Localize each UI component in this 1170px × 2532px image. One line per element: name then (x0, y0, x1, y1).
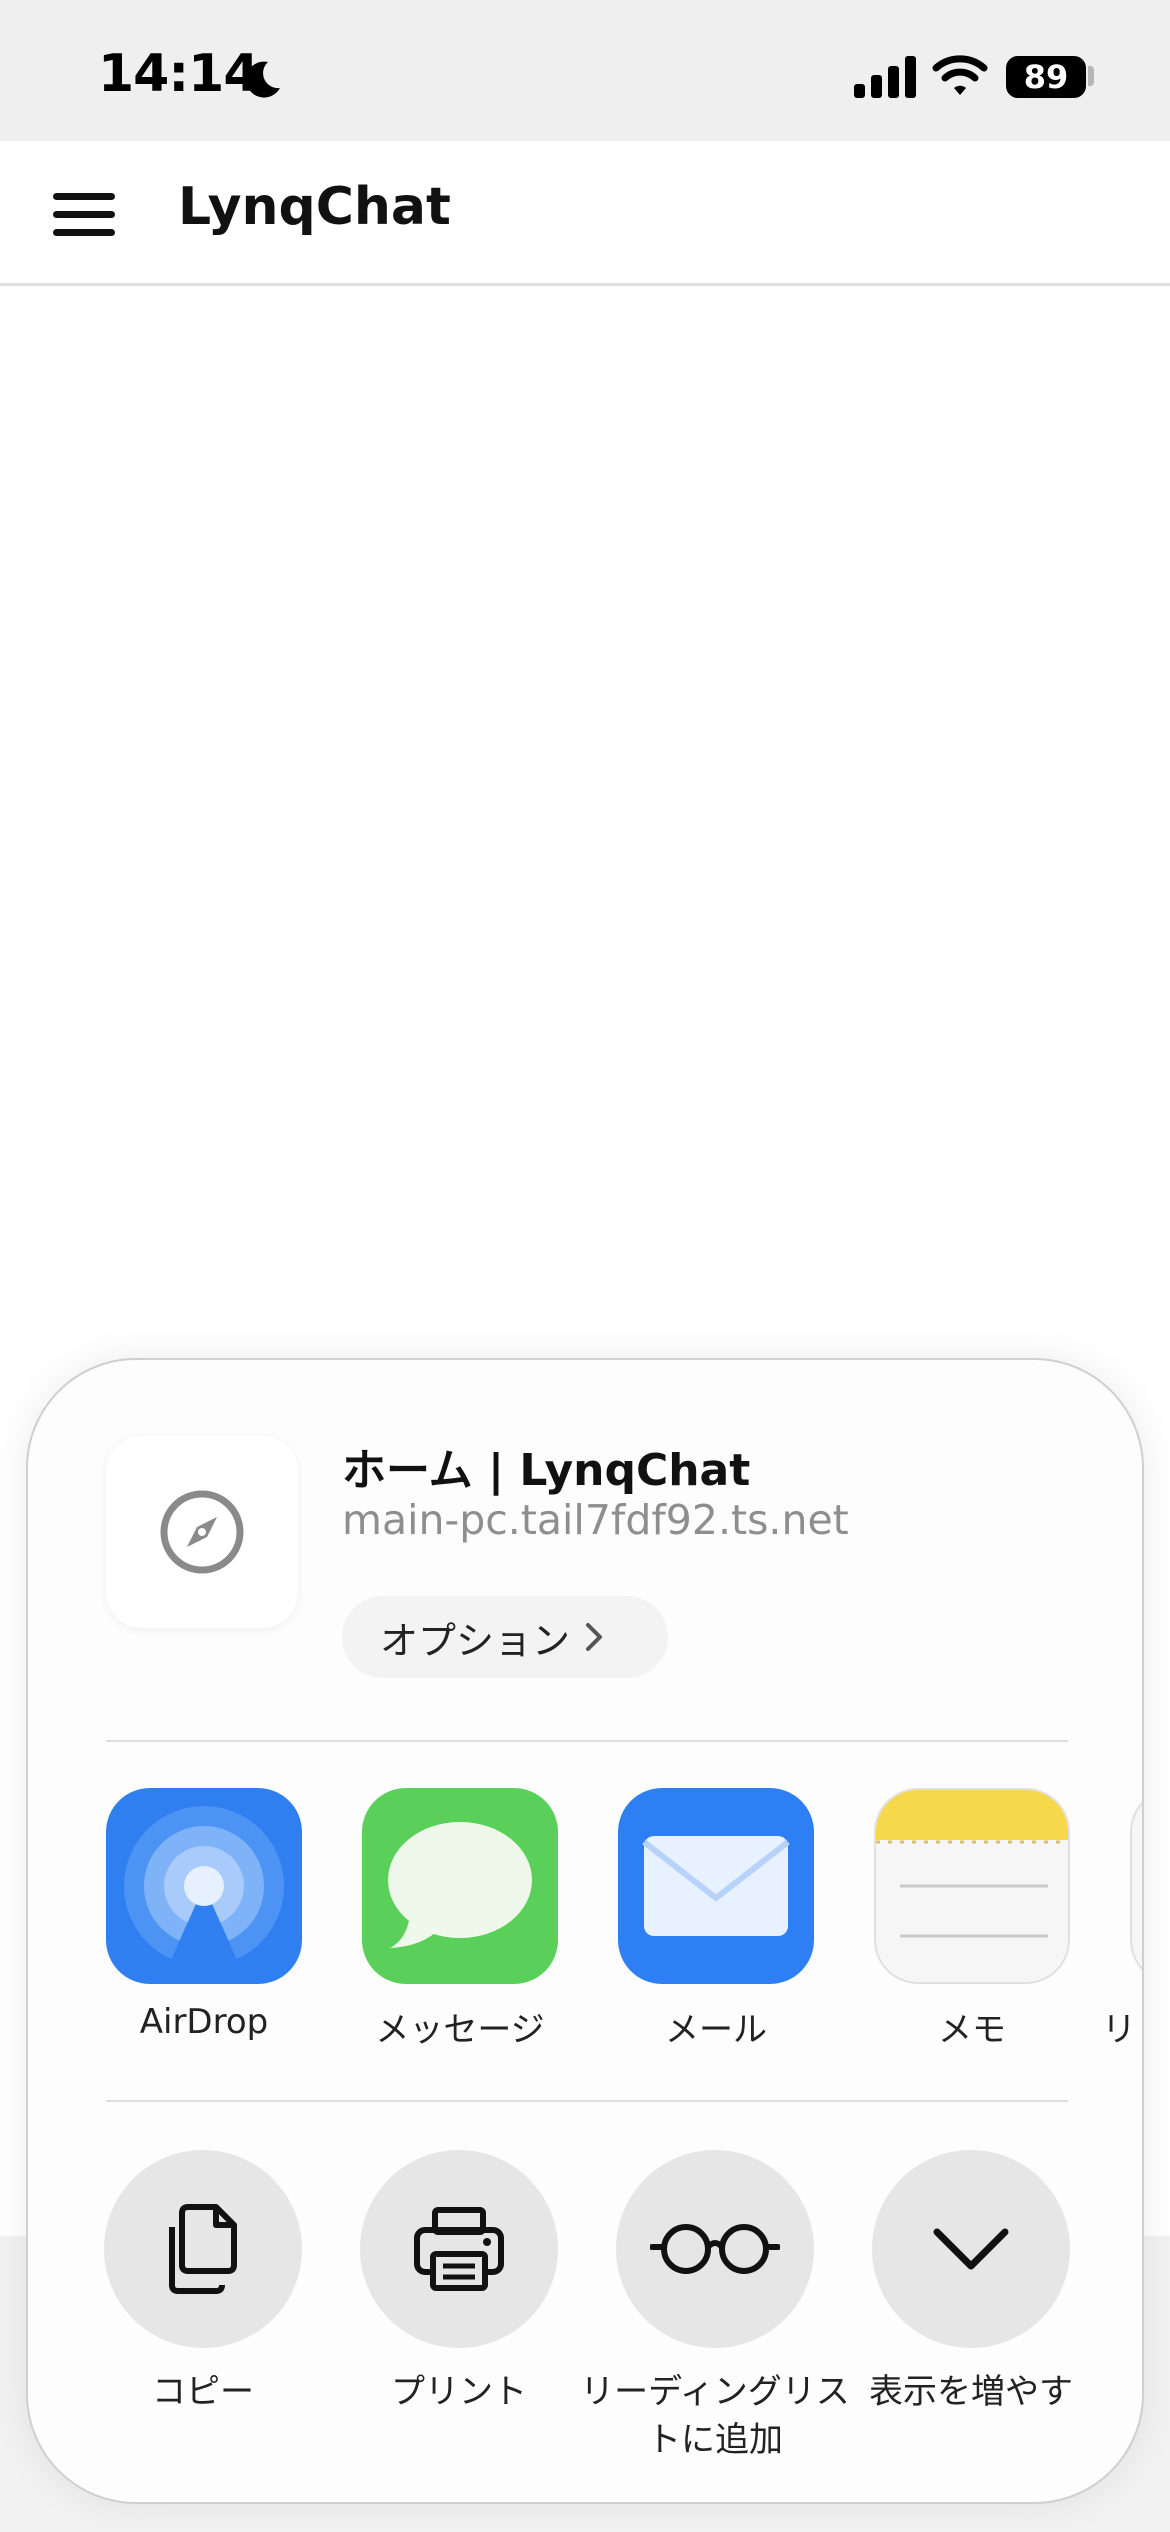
divider (106, 1740, 1068, 1742)
print-icon (360, 2150, 558, 2348)
app-label: メール (665, 2010, 767, 2050)
messages-icon (362, 1788, 558, 1984)
action-label: リーディングリストに追加 (580, 2372, 850, 2460)
hamburger-menu-icon[interactable] (48, 183, 120, 245)
battery-indicator: 89 (1006, 56, 1086, 98)
wifi-icon (932, 55, 988, 95)
chevron-down-icon (872, 2150, 1070, 2348)
notes-icon (874, 1788, 1070, 1984)
share-app-messages[interactable]: メッセージ (362, 1788, 562, 2050)
copy-icon (104, 2150, 302, 2348)
status-time: 14:14 (98, 44, 260, 104)
action-label: 表示を増やす (869, 2372, 1073, 2412)
safari-compass-icon (106, 1436, 298, 1628)
reading-list-icon (616, 2150, 814, 2348)
options-label: オプション (380, 1618, 571, 1663)
mail-icon (618, 1788, 814, 1984)
app-label: メモ (938, 2010, 1006, 2050)
add-to-reading-list-button[interactable]: リーディングリストに追加 (580, 2150, 850, 2460)
reminders-icon (1130, 1788, 1142, 1984)
app-header: LynqChat (0, 141, 1170, 286)
share-app-mail[interactable]: メール (618, 1788, 818, 2050)
share-sheet: ホーム | LynqChat main-pc.tail7fdf92.ts.net… (26, 1358, 1144, 2504)
app-label: メッセージ (375, 2010, 545, 2050)
moon-icon (246, 61, 280, 98)
app-label: AirDrop (139, 2002, 269, 2042)
divider (106, 2100, 1068, 2102)
app-title: LynqChat (178, 177, 451, 237)
chevron-right-icon (586, 1623, 603, 1651)
airdrop-icon (106, 1788, 302, 1984)
print-button[interactable]: プリント (360, 2150, 560, 2412)
battery-tip (1088, 66, 1094, 86)
options-button[interactable]: オプション (342, 1596, 668, 1678)
action-label: コピー (152, 2372, 254, 2412)
show-more-button[interactable]: 表示を増やす (869, 2150, 1073, 2412)
battery-level: 89 (1023, 58, 1069, 96)
shared-page-url: main-pc.tail7fdf92.ts.net (342, 1496, 849, 1544)
app-label: リ (1102, 2010, 1136, 2050)
share-app-airdrop[interactable]: AirDrop (106, 1788, 306, 2042)
cellular-signal-icon (854, 56, 916, 98)
share-app-notes[interactable]: メモ (874, 1788, 1074, 2050)
shared-page-title: ホーム | LynqChat (342, 1445, 751, 1496)
copy-button[interactable]: コピー (104, 2150, 304, 2412)
status-bar: 14:14 89 (0, 0, 1170, 141)
action-label: プリント (391, 2372, 527, 2412)
share-app-reminders[interactable]: リ (1102, 1788, 1142, 2050)
